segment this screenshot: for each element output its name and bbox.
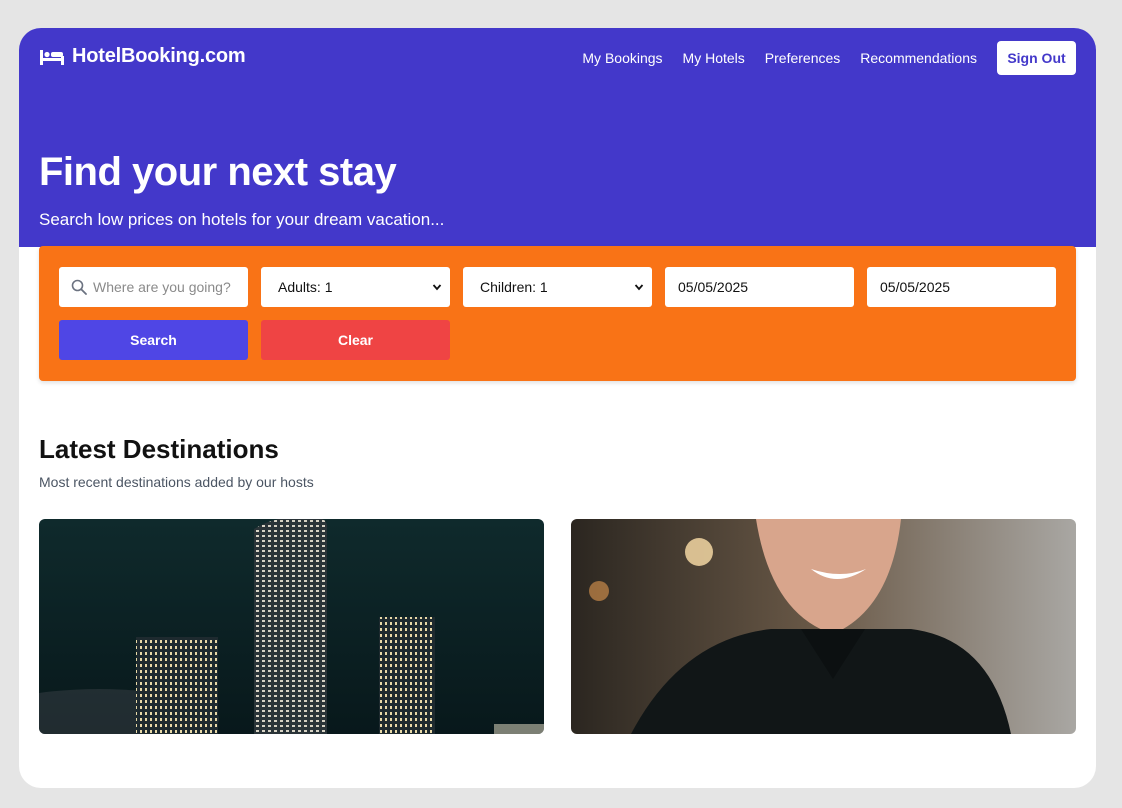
- hero-title: Find your next stay: [39, 150, 397, 194]
- destination-card[interactable]: [571, 519, 1076, 734]
- logo-text: HotelBooking.com: [72, 45, 246, 67]
- sign-out-button[interactable]: Sign Out: [997, 41, 1076, 75]
- logo[interactable]: HotelBooking.com: [40, 45, 246, 68]
- search-button[interactable]: Search: [59, 320, 248, 360]
- chevron-down-icon: [634, 284, 644, 291]
- check-out-value: 05/05/2025: [880, 279, 951, 295]
- check-in-value: 05/05/2025: [678, 279, 749, 295]
- city-skyline-image: [39, 519, 544, 734]
- bed-icon: [40, 49, 64, 65]
- nav-recommendations[interactable]: Recommendations: [860, 50, 977, 66]
- adults-select[interactable]: Adults: 1: [261, 267, 450, 307]
- header: HotelBooking.com My Bookings My Hotels P…: [19, 28, 1096, 247]
- nav-my-hotels[interactable]: My Hotels: [683, 50, 745, 66]
- nav-preferences[interactable]: Preferences: [765, 50, 840, 66]
- destination-placeholder: Where are you going?: [93, 279, 231, 295]
- adults-value: Adults: 1: [278, 279, 333, 295]
- check-in-date-input[interactable]: 05/05/2025: [665, 267, 854, 307]
- app-frame: HotelBooking.com My Bookings My Hotels P…: [19, 28, 1096, 788]
- section-title: Latest Destinations: [39, 434, 279, 464]
- children-value: Children: 1: [480, 279, 548, 295]
- nav-my-bookings[interactable]: My Bookings: [582, 50, 662, 66]
- check-out-date-input[interactable]: 05/05/2025: [867, 267, 1056, 307]
- destination-input[interactable]: Where are you going?: [59, 267, 248, 307]
- children-select[interactable]: Children: 1: [463, 267, 652, 307]
- chevron-down-icon: [432, 284, 442, 291]
- section-subtitle: Most recent destinations added by our ho…: [39, 474, 314, 490]
- search-icon: [71, 279, 87, 295]
- top-nav: My Bookings My Hotels Preferences Recomm…: [582, 41, 1076, 75]
- clear-button[interactable]: Clear: [261, 320, 450, 360]
- destination-card[interactable]: [39, 519, 544, 734]
- hero-subtitle: Search low prices on hotels for your dre…: [39, 210, 445, 229]
- portrait-image: [571, 519, 1076, 734]
- search-panel: Where are you going? Adults: 1 Children:…: [39, 246, 1076, 381]
